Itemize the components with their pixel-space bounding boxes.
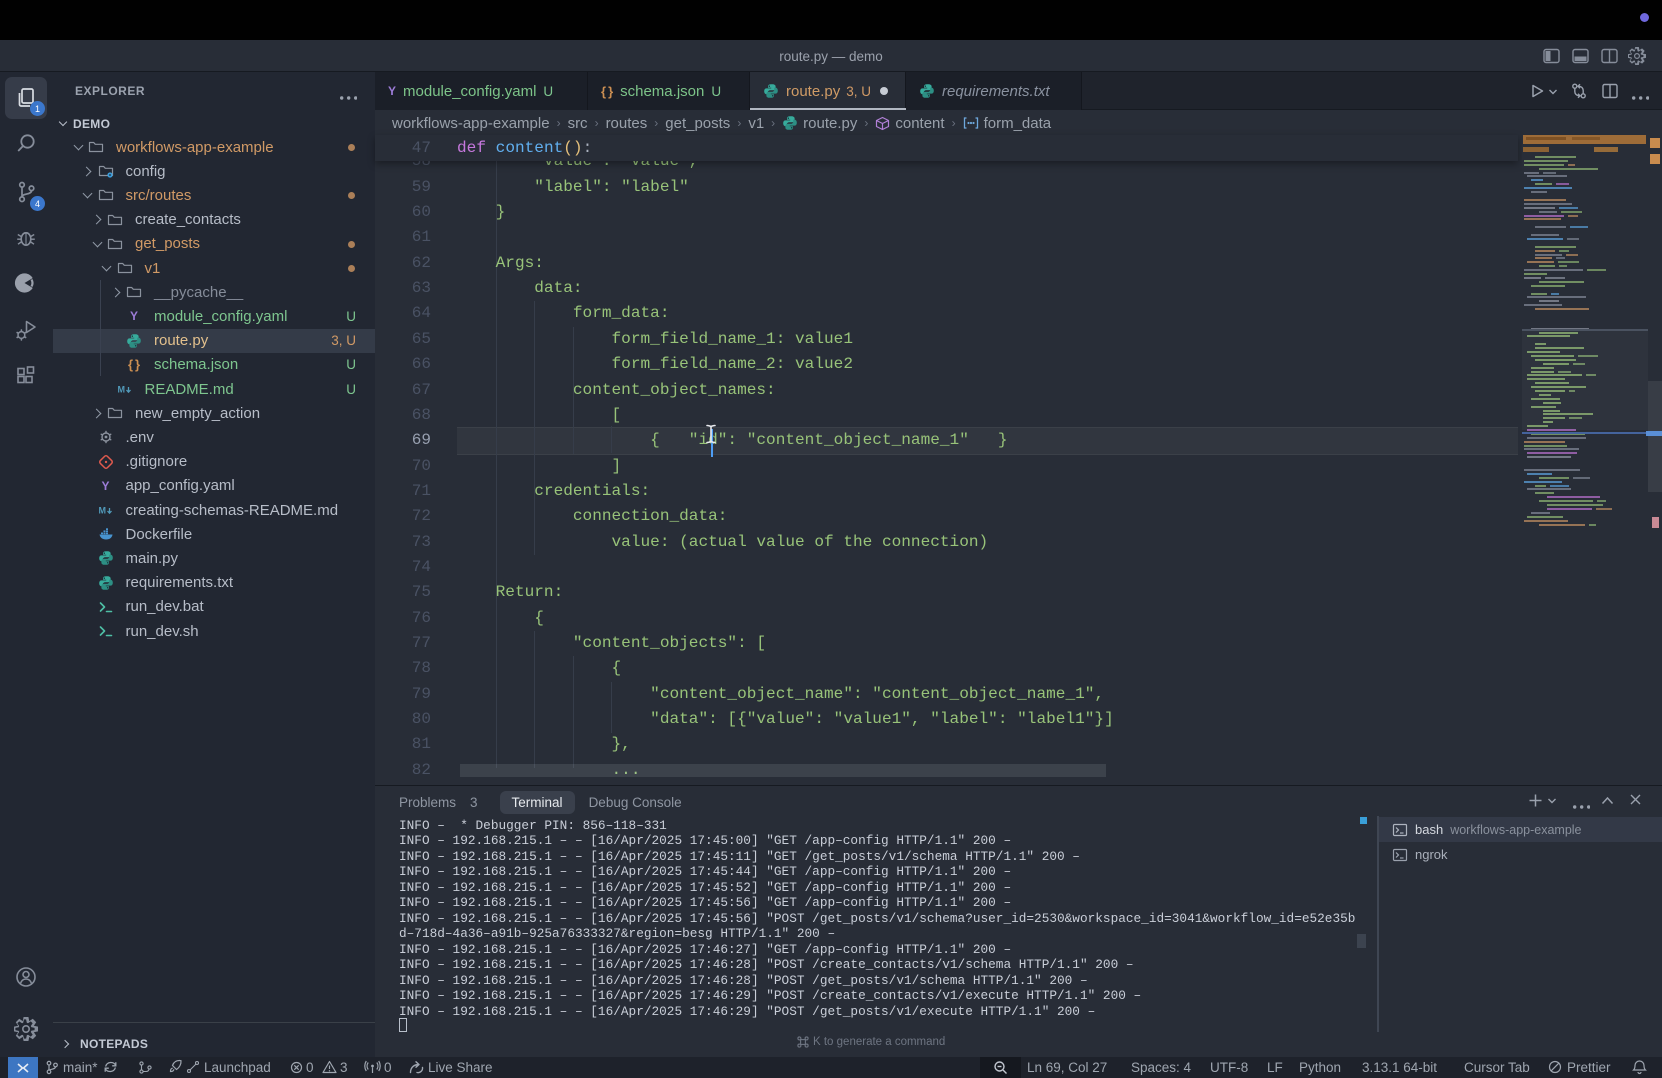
- svg-text:M: M: [117, 385, 125, 395]
- svg-text:M: M: [98, 506, 106, 516]
